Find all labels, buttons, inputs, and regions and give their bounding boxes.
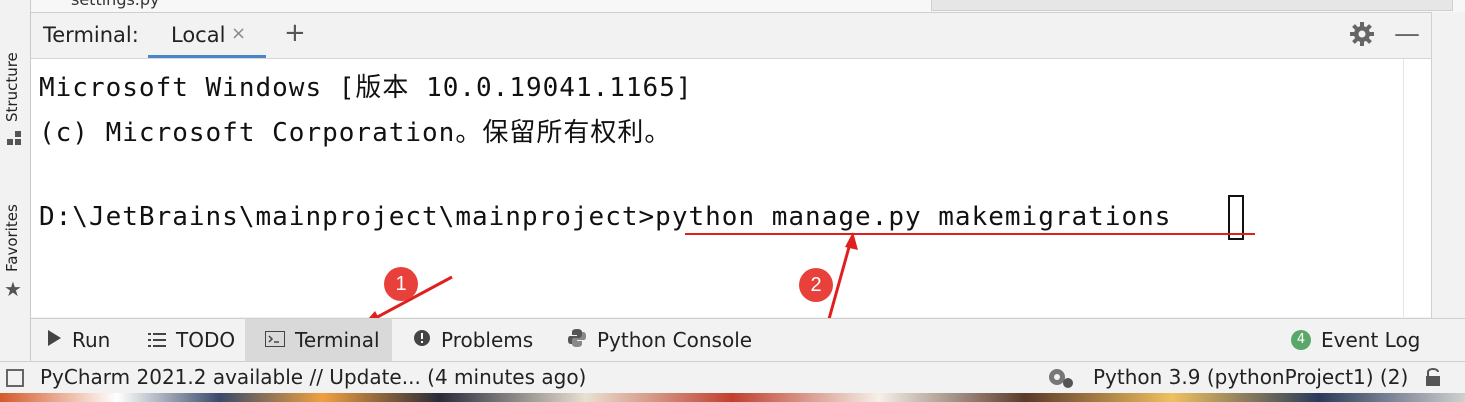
problems-label: Problems	[441, 328, 534, 352]
terminal-tool-button[interactable]: Terminal	[245, 319, 392, 361]
tool-window-bar: Run TODO Terminal Problems Python Consol…	[31, 318, 1465, 361]
event-log-label: Event Log	[1321, 328, 1421, 352]
problems-tool-button[interactable]: Problems	[413, 319, 563, 361]
run-icon	[46, 328, 62, 352]
background-tasks-icon[interactable]	[1047, 367, 1075, 393]
list-icon	[148, 328, 166, 352]
update-notification[interactable]: PyCharm 2021.2 available // Update... (4…	[40, 365, 586, 389]
python-console-tool-button[interactable]: Python Console	[567, 319, 767, 361]
run-tool-button[interactable]: Run	[46, 319, 146, 361]
terminal-icon	[265, 328, 285, 352]
warning-icon	[413, 328, 431, 352]
python-icon	[567, 328, 587, 353]
status-bar: PyCharm 2021.2 available // Update... (4…	[0, 361, 1465, 394]
lock-icon[interactable]	[1424, 366, 1442, 392]
event-log-count-badge: 4	[1291, 330, 1311, 350]
todo-label: TODO	[176, 328, 236, 352]
annotation-badge-2: 2	[799, 268, 833, 302]
annotation-badge-1: 1	[384, 267, 418, 301]
python-console-label: Python Console	[597, 328, 753, 352]
event-log-tool-button[interactable]: 4 Event Log	[1291, 319, 1421, 361]
todo-tool-button[interactable]: TODO	[148, 319, 248, 361]
arrow-2-head	[845, 232, 858, 250]
desktop-background-strip	[0, 393, 1465, 402]
interpreter-selector[interactable]: Python 3.9 (pythonProject1) (2)	[1093, 365, 1408, 389]
terminal-label: Terminal	[295, 328, 380, 352]
toggle-tool-windows-icon[interactable]	[6, 369, 24, 387]
run-label: Run	[72, 328, 111, 352]
